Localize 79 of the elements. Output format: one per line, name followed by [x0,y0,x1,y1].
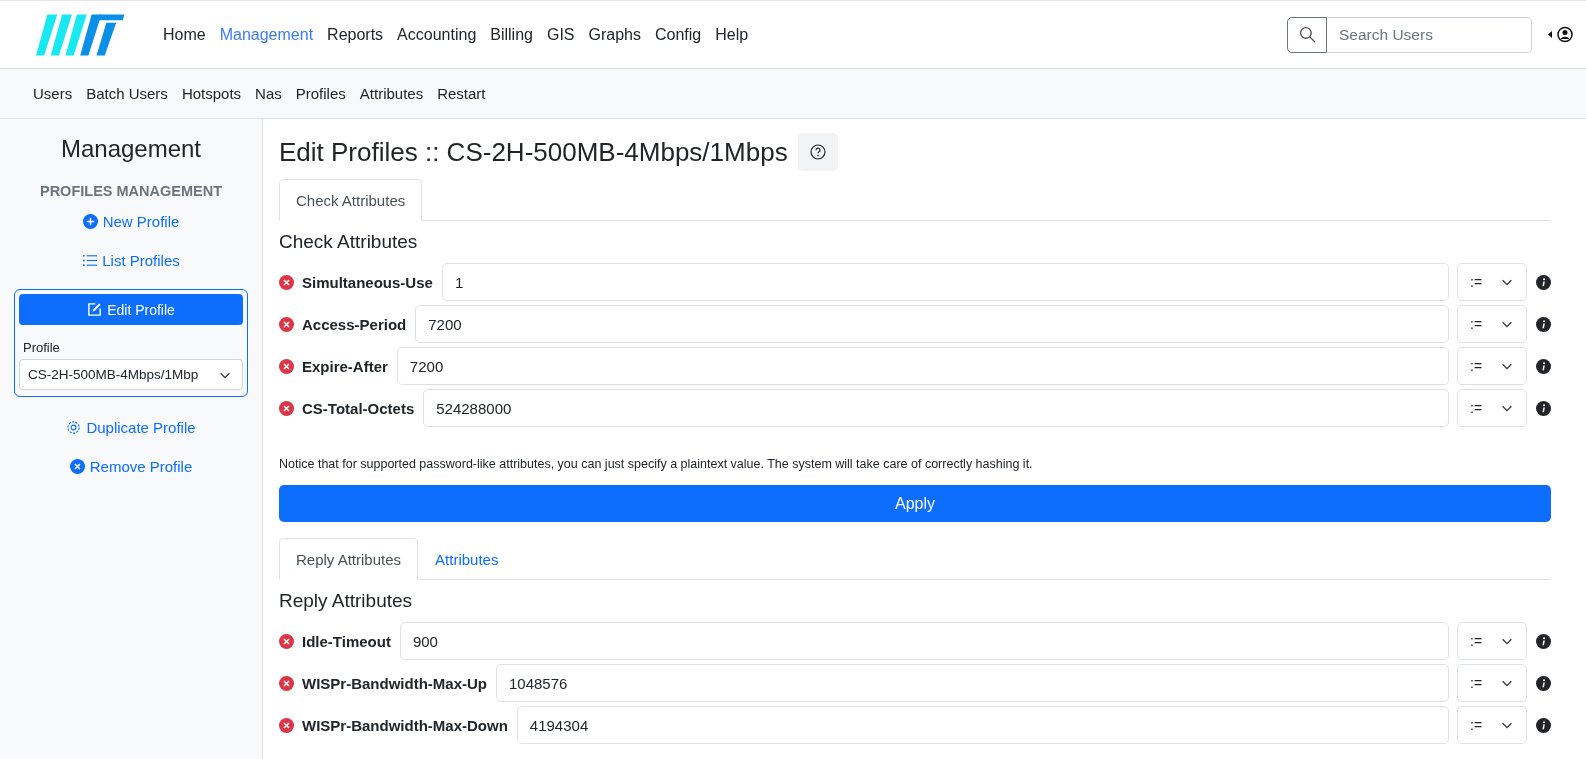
info-icon[interactable] [1536,400,1551,416]
operator-select[interactable]: := [1457,263,1527,301]
attribute-value-field[interactable]: 524288000 [423,389,1449,427]
section-heading: Check Attributes [279,231,419,253]
sidebar-link[interactable]: Duplicate Profile [66,419,196,436]
subnav-link[interactable]: Users [26,85,80,102]
search-button[interactable] [1287,16,1327,53]
nav-link[interactable]: Home [156,17,213,52]
remove-icon[interactable] [279,633,294,649]
edit-profile-button[interactable]: Edit Profile [19,294,243,325]
remove-icon[interactable] [279,316,294,332]
info-icon[interactable] [1536,274,1551,290]
remove-icon [69,459,85,474]
info-icon[interactable] [1536,717,1551,733]
subnav-link[interactable]: Hotspots [174,85,249,102]
sidebar-link[interactable]: List Profiles [82,252,180,269]
list-icon [82,253,98,268]
subnav-link[interactable]: Profiles [288,85,353,102]
subnav-link[interactable]: Attributes [352,85,431,102]
attribute-value-field[interactable]: 1048576 [496,664,1449,702]
attribute-name: Access-Period [302,315,407,333]
subnav-link[interactable]: Batch Users [79,85,175,102]
nav-link[interactable]: Management [212,17,321,52]
section-heading: Reply Attributes [279,590,414,612]
search-icon [1298,26,1316,43]
section-heading: PROFILES MANAGEMENT [39,183,223,199]
help-button[interactable] [797,133,838,171]
info-icon[interactable] [1536,675,1551,691]
plus-icon [82,214,98,229]
attribute-name: Simultaneous-Use [302,273,433,291]
nav-link[interactable]: Billing [483,17,540,52]
attribute-name: Idle-Timeout [302,632,391,650]
nav-link[interactable]: GIS [539,17,582,52]
info-icon[interactable] [1536,633,1551,649]
remove-icon[interactable] [279,358,294,374]
attribute-value-field[interactable]: 1 [441,263,1449,301]
tab[interactable]: Check Attributes [279,179,423,221]
subnav-link[interactable]: Restart [430,85,493,102]
info-icon[interactable] [1536,358,1551,374]
attribute-name: WISPr-Bandwidth-Max-Down [302,716,508,734]
help-icon [809,144,826,160]
attribute-name: WISPr-Bandwidth-Max-Up [302,674,487,692]
info-icon[interactable] [1536,316,1551,332]
tab[interactable]: Attributes [418,538,516,580]
attribute-name: CS-Total-Octets [302,399,415,417]
search-field[interactable]: Search Users [1327,16,1532,53]
operator-select[interactable]: := [1457,622,1527,660]
operator-select[interactable]: := [1457,389,1527,427]
operator-select[interactable]: := [1457,664,1527,702]
attribute-value-field[interactable]: 7200 [396,347,1449,385]
user-menu-icon[interactable] [1548,26,1574,43]
nav-link[interactable]: Config [648,17,709,52]
profile-select[interactable]: CS-2H-500MB-4Mbps/1Mbp [19,359,243,390]
remove-icon[interactable] [279,400,294,416]
attribute-value-field[interactable]: 900 [399,622,1449,660]
remove-icon[interactable] [279,717,294,733]
edit-icon [87,302,103,317]
sidebar-link[interactable]: New Profile [82,213,180,230]
operator-select[interactable]: := [1457,305,1527,343]
nav-link[interactable]: Graphs [581,17,648,52]
nav-link[interactable]: Reports [320,17,391,52]
attribute-value-field[interactable]: 4194304 [516,706,1449,744]
operator-select[interactable]: := [1457,706,1527,744]
remove-icon[interactable] [279,274,294,290]
page-title: Edit Profiles :: CS-2H-500MB-4Mbps/1Mbps [279,136,788,168]
tab[interactable]: Reply Attributes [279,538,419,580]
apply-button[interactable]: Apply [279,485,1551,522]
attribute-name: Expire-After [302,357,388,375]
gear-icon [66,420,82,435]
subnav-link[interactable]: Nas [248,85,289,102]
sidebar-link[interactable]: Remove Profile [69,458,193,475]
operator-select[interactable]: := [1457,347,1527,385]
nav-link[interactable]: Help [708,17,756,52]
field-label: Profile [23,340,61,355]
sidebar-title: Management [60,135,202,163]
nav-link[interactable]: Accounting [390,17,484,52]
notice-text: Notice that for supported password-like attributes, you can just specify a plaintext value. The system will take care of correctly hashing it. [279,457,1034,471]
attribute-value-field[interactable]: 7200 [415,305,1449,343]
remove-icon[interactable] [279,675,294,691]
